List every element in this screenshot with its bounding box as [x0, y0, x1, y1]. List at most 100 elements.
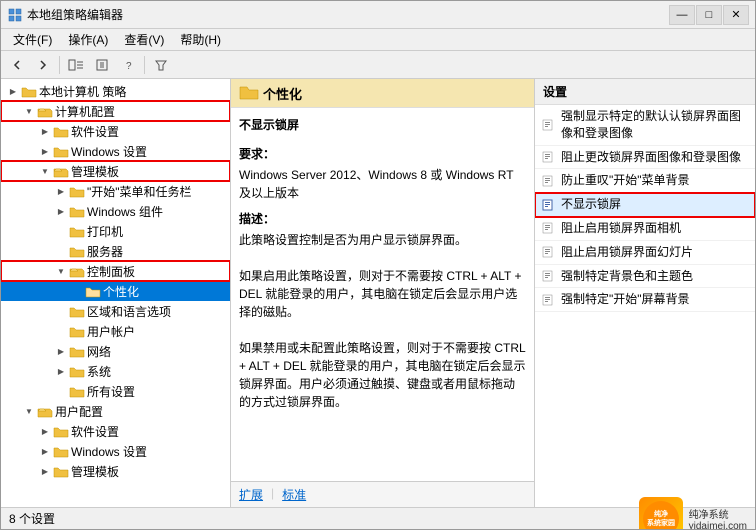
folder-icon: [53, 123, 69, 139]
policy-icon: [541, 117, 557, 133]
expand-icon: ▶: [37, 463, 53, 479]
tree-item-network[interactable]: ▶ 网络: [1, 341, 230, 361]
folder-icon: [21, 83, 37, 99]
settings-item-text: 强制特定背景色和主题色: [561, 268, 693, 285]
desc-panel: 个性化 不显示锁屏 要求： Windows Server 2012、Window…: [231, 79, 535, 507]
desc-body: 不显示锁屏 要求： Windows Server 2012、Windows 8 …: [231, 108, 534, 481]
policy-icon: [541, 244, 557, 260]
tree-item-label: 用户配置: [55, 403, 103, 420]
folder-icon: [69, 323, 85, 339]
tree-item-software[interactable]: ▶ 软件设置: [1, 121, 230, 141]
tree-root[interactable]: ▶ 本地计算机 策略: [1, 81, 230, 101]
tree-item-start-menu[interactable]: ▶ "开始"菜单和任务栏: [1, 181, 230, 201]
help-button[interactable]: ?: [116, 54, 140, 76]
tree-item-user-windows[interactable]: ▶ Windows 设置: [1, 441, 230, 461]
main-area: ▶ 本地计算机 策略 ▼ 计算机配置 ▶ 软件设置: [1, 79, 755, 507]
title-bar: 本地组策略编辑器 — □ ✕: [1, 1, 755, 29]
settings-item-3-highlighted[interactable]: 不显示锁屏: [535, 193, 755, 217]
back-button[interactable]: [5, 54, 29, 76]
tree-item-label: 管理模板: [71, 463, 119, 480]
tree-item-windows-settings[interactable]: ▶ Windows 设置: [1, 141, 230, 161]
menu-bar: 文件(F) 操作(A) 查看(V) 帮助(H): [1, 29, 755, 51]
folder-open-icon: [37, 403, 53, 419]
expand-icon: ▶: [53, 243, 69, 259]
folder-open-icon: [53, 163, 69, 179]
tree-item-label: Windows 组件: [87, 203, 163, 220]
folder-icon: [69, 303, 85, 319]
logo-area: 纯净 系统家园 纯净系统 yidaimei.com: [639, 497, 747, 530]
tree-item-control-panel[interactable]: ▼ 控制面板: [1, 261, 230, 281]
settings-item-0[interactable]: 强制显示特定的默认认锁屏界面图像和登录图像: [535, 105, 755, 146]
tree-item-admin-templates[interactable]: ▼ 管理模板: [1, 161, 230, 181]
folder-icon: [53, 463, 69, 479]
properties-button[interactable]: [90, 54, 114, 76]
folder-icon: [53, 443, 69, 459]
expand-icon: ▼: [53, 263, 69, 279]
policy-icon: [541, 220, 557, 236]
expand-button[interactable]: 扩展: [239, 486, 263, 503]
settings-item-4[interactable]: 阻止启用锁屏界面相机: [535, 217, 755, 241]
tree-item-server[interactable]: ▶ 服务器: [1, 241, 230, 261]
logo-text-2: yidaimei.com: [689, 521, 747, 530]
settings-item-6[interactable]: 强制特定背景色和主题色: [535, 265, 755, 289]
desc-current-setting: 不显示锁屏: [239, 116, 526, 133]
toolbar-sep-2: [144, 56, 145, 74]
close-button[interactable]: ✕: [723, 5, 749, 25]
settings-item-text: 阻止更改锁屏界面图像和登录图像: [561, 149, 741, 166]
settings-item-text: 强制显示特定的默认认锁屏界面图像和登录图像: [561, 108, 749, 142]
tree-item-computer-config[interactable]: ▼ 计算机配置: [1, 101, 230, 121]
expand-icon: ▶: [53, 343, 69, 359]
settings-item-1[interactable]: 阻止更改锁屏界面图像和登录图像: [535, 146, 755, 170]
tree-item-system[interactable]: ▶ 系统: [1, 361, 230, 381]
menu-file[interactable]: 文件(F): [5, 29, 60, 50]
standard-button[interactable]: 标准: [282, 486, 306, 503]
settings-item-2[interactable]: 防止重叹"开始"菜单背景: [535, 169, 755, 193]
expand-icon: ▶: [53, 303, 69, 319]
tree-item-region[interactable]: ▶ 区域和语言选项: [1, 301, 230, 321]
folder-icon: [69, 223, 85, 239]
tree-item-user-software[interactable]: ▶ 软件设置: [1, 421, 230, 441]
policy-icon: [541, 149, 557, 165]
desc-footer: 扩展 | 标准: [231, 481, 534, 507]
tree-item-label: 软件设置: [71, 423, 119, 440]
folder-icon: [53, 423, 69, 439]
tree-item-label: 管理模板: [71, 163, 119, 180]
expand-icon: ▶: [53, 383, 69, 399]
menu-view[interactable]: 查看(V): [116, 29, 172, 50]
folder-icon: [69, 243, 85, 259]
forward-button[interactable]: [31, 54, 55, 76]
expand-icon: ▶: [53, 183, 69, 199]
status-count: 8 个设置: [9, 510, 55, 527]
tree-item-label: 区域和语言选项: [87, 303, 171, 320]
maximize-button[interactable]: □: [696, 5, 722, 25]
toolbar-sep-1: [59, 56, 60, 74]
status-bar: 8 个设置 纯净 系统家园 纯净系统 yidaimei.com: [1, 507, 755, 529]
menu-action[interactable]: 操作(A): [60, 29, 116, 50]
svg-text:纯净: 纯净: [654, 509, 668, 518]
tree-item-user-accounts[interactable]: ▶ 用户帐户: [1, 321, 230, 341]
svg-text:系统家园: 系统家园: [647, 518, 675, 527]
menu-help[interactable]: 帮助(H): [172, 29, 229, 50]
tree-item-personalization[interactable]: ▶ 个性化: [1, 281, 230, 301]
tree-item-label: 服务器: [87, 243, 123, 260]
settings-item-5[interactable]: 阻止启用锁屏界面幻灯片: [535, 241, 755, 265]
filter-button[interactable]: [149, 54, 173, 76]
desc-header-title: 个性化: [263, 84, 302, 103]
minimize-button[interactable]: —: [669, 5, 695, 25]
expand-icon: ▼: [21, 403, 37, 419]
svg-text:?: ?: [126, 61, 132, 72]
expand-icon: ▶: [37, 143, 53, 159]
folder-icon: [85, 283, 101, 299]
tree-item-user-config[interactable]: ▼ 用户配置: [1, 401, 230, 421]
settings-item-7[interactable]: 强制特定"开始"屏幕背景: [535, 288, 755, 312]
tree-item-label: 软件设置: [71, 123, 119, 140]
expand-icon: ▼: [21, 103, 37, 119]
tree-item-label: 用户帐户: [87, 323, 135, 340]
tree-item-printer[interactable]: ▶ 打印机: [1, 221, 230, 241]
tree-item-label: 网络: [87, 343, 111, 360]
tree-item-label: Windows 设置: [71, 143, 147, 160]
tree-item-windows-components[interactable]: ▶ Windows 组件: [1, 201, 230, 221]
show-tree-button[interactable]: [64, 54, 88, 76]
tree-item-all-settings[interactable]: ▶ 所有设置: [1, 381, 230, 401]
tree-item-user-admin[interactable]: ▶ 管理模板: [1, 461, 230, 481]
